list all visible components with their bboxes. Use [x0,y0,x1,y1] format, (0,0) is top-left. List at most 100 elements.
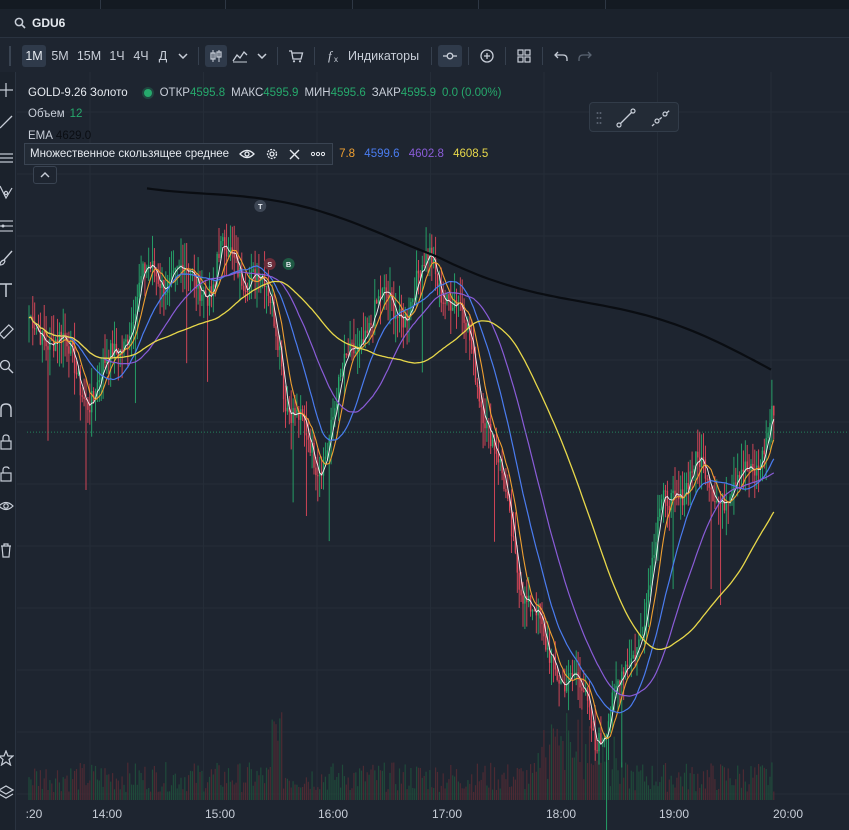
candle-body [125,339,127,342]
candle-body [376,300,378,304]
candle-body [632,655,634,659]
volume-bar [649,788,651,800]
pitchfork-tool-icon[interactable] [0,184,14,200]
volume-bar [552,728,554,800]
candle-body [600,733,602,743]
interval-5m-button[interactable]: 5M [48,45,72,67]
volume-bar [359,768,361,800]
trade-cart-icon[interactable] [284,45,308,67]
candle-body [142,263,144,277]
candle-body [115,343,118,353]
volume-bar [303,783,306,800]
brush-tool-icon[interactable] [0,250,14,266]
symbol-search-bar[interactable]: GDU6 [0,9,849,38]
candle-body [491,439,494,447]
ray-tool-icon[interactable] [650,108,672,128]
volume-bar [150,791,152,800]
volume-bar [556,728,558,800]
interval-1d-button[interactable]: Д [154,45,172,67]
candles-chart-type-icon[interactable] [205,44,227,67]
volume-bar [49,780,51,800]
volume-bar [159,791,161,800]
ma-value-purple: 4602.8 [408,148,444,160]
volume-bar [275,724,277,800]
volume-bar [585,744,587,800]
volume-bar [604,761,606,800]
lock-drawings-icon[interactable] [0,434,14,450]
candle-body [75,373,78,375]
close-icon[interactable] [289,149,300,160]
favorite-star-icon[interactable] [0,750,14,766]
candle-body [68,346,70,354]
candle-body [292,408,294,423]
more-options-icon[interactable] [310,151,326,157]
interval-15m-button[interactable]: 15M [74,45,104,67]
ruler-tool-icon[interactable] [0,324,14,340]
volume-bar [471,774,473,800]
drag-handle-icon[interactable] [596,111,602,125]
trash-icon[interactable] [0,542,14,558]
volume-bar [767,785,769,800]
toolbar-divider [431,46,433,65]
volume-bar [632,771,634,800]
moving-average-row[interactable]: Множественное скользящее среднее 7.8 459… [24,143,488,165]
volume-bar [208,776,211,800]
fib-tool-icon[interactable] [0,218,14,234]
candle-body [155,272,157,277]
candle-body [638,639,640,648]
crosshair-tool-icon[interactable] [0,82,14,98]
interval-dropdown-chevron-icon[interactable] [174,45,192,67]
candle-body [225,250,228,257]
undo-icon[interactable] [549,45,573,67]
candle-body [89,409,91,413]
candlestick-chart[interactable]: T S B [17,72,849,830]
volume-bar [178,784,180,800]
layers-icon[interactable] [0,784,14,800]
ema-line [146,187,772,371]
area-chart-icon[interactable] [229,45,251,67]
unlock-icon[interactable] [0,466,14,482]
volume-bar [197,765,199,800]
interval-1m-button[interactable]: 1M [22,44,46,67]
time-axis[interactable]: :20 14:00 15:00 16:00 17:00 18:00 19:00 … [17,800,849,830]
line-tool-icon[interactable] [616,108,636,128]
volume-bar [533,762,535,800]
volume-bar [723,767,725,800]
candle-body [465,322,467,330]
text-tool-icon[interactable] [0,282,14,298]
candle-body [370,323,372,325]
interval-4h-button[interactable]: 4Ч [130,45,152,67]
chart-type-chevron-icon[interactable] [253,45,271,67]
candle-body [157,276,159,284]
volume-bar [721,765,724,800]
volume-bar [362,765,364,800]
volume-bar [180,777,182,800]
add-plus-circle-icon[interactable] [475,45,499,67]
candle-body [341,368,344,373]
visibility-eye-icon[interactable] [0,498,14,514]
ma-indicator-box[interactable]: Множественное скользящее среднее [24,143,334,165]
candle-body [569,673,572,675]
volume-bar [630,770,632,800]
zoom-tool-icon[interactable] [0,358,14,374]
layout-grid-icon[interactable] [512,45,536,67]
volume-bar [473,791,475,800]
volume-bar [710,763,712,800]
candle-body [364,330,366,345]
collapse-legend-button[interactable] [33,166,57,184]
redo-icon[interactable] [573,45,597,67]
floating-drawing-panel[interactable] [589,102,679,132]
indicators-button[interactable]: fx Индикаторы [321,45,425,67]
horizontal-lines-tool-icon[interactable] [0,150,14,166]
eye-icon[interactable] [239,148,256,160]
trend-line-tool-icon[interactable] [0,114,14,130]
interval-1h-button[interactable]: 1Ч [106,45,128,67]
volume-bar [454,776,456,800]
magnet-tool-icon[interactable] [0,402,14,418]
volume-bar [379,770,382,800]
volume-bar [398,768,401,800]
compare-icon[interactable] [438,44,463,67]
volume-bar [661,776,663,800]
price-chart-area[interactable]: T S B [17,72,849,830]
settings-gear-icon[interactable] [265,147,279,161]
